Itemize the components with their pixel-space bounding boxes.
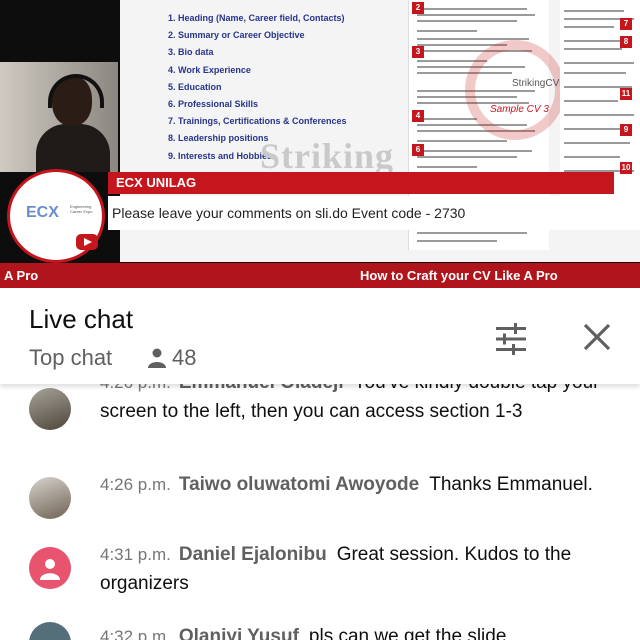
logo-text: StrikingCVs [512, 78, 565, 89]
viewer-count: 48 [172, 345, 197, 370]
message-timestamp: 4:31 p.m. [100, 545, 171, 564]
message-author[interactable]: Daniel Ejalonibu [179, 544, 327, 565]
outline-item: 4. Work Experience [168, 64, 251, 75]
message-timestamp: 4:32 p.m. [100, 627, 171, 640]
chat-title: Live chat [29, 304, 134, 334]
section-badge: 3 [412, 46, 424, 58]
outline-item: 6. Professional Skills [168, 99, 259, 110]
avatar[interactable] [29, 388, 71, 430]
chat-mode-selector[interactable]: Top chat [29, 345, 112, 371]
comment-prompt: Please leave your comments on sli.do Eve… [108, 196, 610, 230]
title-strip: A Pro How to Craft your CV Like A Pro [0, 263, 640, 288]
lower-third-banner: ECX Engineering Career Expo ECX UNILAG P… [10, 172, 626, 260]
sample-label: Sample CV 3 [490, 104, 549, 115]
avatar[interactable] [29, 622, 71, 640]
ecx-logo: ECX [26, 204, 59, 221]
organizer-name: ECX UNILAG [108, 172, 614, 194]
section-badge: 7 [620, 18, 632, 30]
message-timestamp: 4:26 p.m. [100, 475, 171, 494]
outline-item: 1. Heading (Name, Career field, Contacts… [168, 13, 345, 23]
close-icon[interactable] [582, 322, 612, 352]
slide-watermark: Striking [260, 136, 395, 176]
message-timestamp: 4:26 p.m. [100, 384, 171, 392]
video-player[interactable]: 1. Heading (Name, Career field, Contacts… [0, 0, 640, 288]
section-badge: 11 [620, 88, 632, 100]
message-text: You've kindly double tap your screen to … [100, 384, 600, 422]
striking-cvs-logo-icon [465, 40, 565, 140]
ecx-logo-subtitle: Engineering Career Expo [70, 204, 93, 214]
message-text: pls can we get the slide [308, 626, 507, 640]
section-badge: 2 [412, 2, 424, 14]
person-icon [148, 348, 166, 368]
outline-item: 5. Education [168, 81, 222, 92]
outline-item: 3. Bio data [168, 47, 214, 58]
avatar[interactable] [29, 477, 71, 519]
person-icon [40, 559, 60, 580]
outline-item: 2. Summary or Career Objective [168, 30, 305, 41]
avatar[interactable] [29, 547, 71, 589]
section-badge: 4 [412, 110, 424, 122]
section-badge: 9 [620, 124, 632, 136]
message-author[interactable]: Taiwo oluwatomi Awoyode [179, 474, 419, 495]
live-chat-header: Live chat Top chat 48 [0, 288, 640, 384]
strip-left-text: A Pro [4, 268, 39, 283]
filter-sliders-icon[interactable] [494, 322, 528, 356]
message-author[interactable]: Olaniyi Yusuf [179, 626, 299, 640]
message-author[interactable]: Emmanuel Oladeji [179, 384, 344, 393]
youtube-icon [76, 234, 98, 250]
outline-item: 7. Trainings, Certifications & Conferenc… [168, 116, 347, 127]
section-badge: 8 [620, 36, 632, 48]
talk-title: How to Craft your CV Like A Pro [360, 268, 558, 283]
presenter-webcam [0, 62, 118, 172]
section-badge: 6 [412, 144, 424, 156]
ecx-logo-badge: ECX Engineering Career Expo [10, 172, 102, 260]
chat-message-list[interactable]: 4:26 p.m. Emmanuel OladejiYou've kindly d… [0, 384, 640, 640]
message-text: Thanks Emmanuel. [429, 474, 593, 495]
